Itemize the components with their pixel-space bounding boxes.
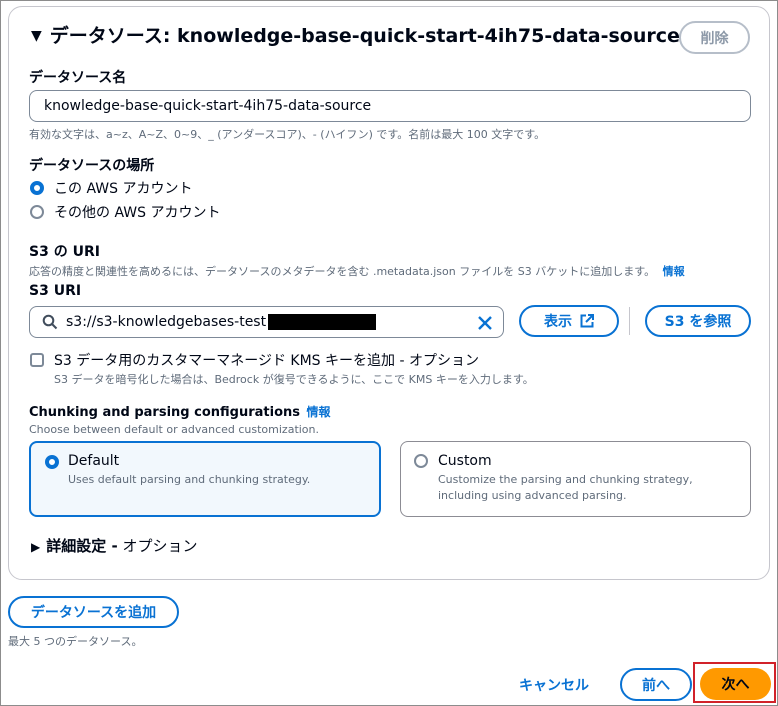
chunking-default-card[interactable]: Default Uses default parsing and chunkin… bbox=[29, 441, 381, 517]
view-button-label: 表示 bbox=[544, 314, 572, 330]
default-radio[interactable] bbox=[45, 455, 59, 469]
custom-title: Custom bbox=[438, 453, 492, 469]
radio-unselected-icon[interactable] bbox=[414, 454, 428, 468]
location-label: データソースの場所 bbox=[29, 158, 155, 174]
radio-other-account-label: その他の AWS アカウント bbox=[54, 205, 221, 221]
default-title: Default bbox=[68, 453, 120, 469]
custom-radio[interactable] bbox=[414, 454, 428, 468]
clear-icon[interactable] bbox=[477, 315, 493, 331]
s3-uri-label: S3 URI bbox=[29, 283, 82, 299]
datasource-name-hint: 有効な文字は、a~z、A~Z、0~9、_ (アンダースコア)、- (ハイフン) … bbox=[29, 128, 546, 141]
previous-button[interactable]: 前へ bbox=[620, 668, 692, 701]
s3-uri-value: s3://s3-knowledgebases-test bbox=[66, 314, 267, 330]
default-desc: Uses default parsing and chunking strate… bbox=[68, 473, 311, 486]
radio-this-account[interactable]: この AWS アカウント bbox=[30, 178, 192, 198]
datasource-name-input[interactable]: knowledge-base-quick-start-4ih75-data-so… bbox=[29, 90, 751, 122]
s3-info-link[interactable]: 情報 bbox=[663, 265, 685, 278]
radio-other-account[interactable]: その他の AWS アカウント bbox=[30, 202, 220, 222]
add-datasource-button[interactable]: データソースを追加 bbox=[8, 596, 179, 628]
advanced-label-rest: オプション bbox=[117, 537, 198, 555]
add-datasource-hint: 最大 5 つのデータソース。 bbox=[8, 635, 143, 648]
cancel-button[interactable]: キャンセル bbox=[519, 675, 589, 695]
chunking-custom-card[interactable]: Custom Customize the parsing and chunkin… bbox=[400, 441, 751, 517]
s3-uri-description: 応答の精度と関連性を高めるには、データソースのメタデータを含む .metadat… bbox=[29, 265, 685, 278]
custom-desc-line2: including using advanced parsing. bbox=[438, 489, 627, 502]
chunking-description: Choose between default or advanced custo… bbox=[29, 423, 320, 436]
caret-right-icon[interactable]: ▶ bbox=[31, 540, 40, 554]
kms-checkbox[interactable] bbox=[30, 353, 44, 367]
section-title: データソース: knowledge-base-quick-start-4ih75… bbox=[49, 25, 680, 47]
view-button[interactable]: 表示 bbox=[519, 305, 619, 337]
next-button[interactable]: 次へ bbox=[700, 668, 771, 700]
datasource-panel: ▼ データソース: knowledge-base-quick-start-4ih7… bbox=[8, 6, 770, 580]
s3-uri-input[interactable]: s3://s3-knowledgebases-test bbox=[29, 306, 504, 338]
redacted-block bbox=[268, 314, 377, 330]
radio-selected-icon[interactable] bbox=[30, 181, 44, 195]
advanced-label-bold: 詳細設定 - bbox=[46, 537, 118, 555]
datasource-name-label: データソース名 bbox=[29, 70, 127, 86]
radio-unselected-icon[interactable] bbox=[30, 205, 44, 219]
s3-uri-heading: S3 の URI bbox=[29, 244, 100, 260]
radio-this-account-label: この AWS アカウント bbox=[54, 181, 193, 197]
external-link-icon bbox=[580, 314, 594, 328]
divider bbox=[629, 307, 630, 335]
custom-desc-line1: Customize the parsing and chunking strat… bbox=[438, 473, 693, 486]
kms-checkbox-row[interactable]: S3 データ用のカスタマーマネージド KMS キーを追加 - オプション bbox=[30, 350, 479, 370]
caret-down-icon[interactable]: ▼ bbox=[31, 28, 42, 44]
delete-button[interactable]: 削除 bbox=[679, 21, 750, 54]
section-header[interactable]: ▼ データソース: knowledge-base-quick-start-4ih7… bbox=[31, 21, 680, 48]
browse-s3-button[interactable]: S3 を参照 bbox=[645, 305, 751, 337]
chunking-heading: Chunking and parsing configurations 情報 bbox=[29, 405, 331, 420]
datasource-name-value: knowledge-base-quick-start-4ih75-data-so… bbox=[44, 98, 372, 114]
radio-selected-icon[interactable] bbox=[45, 455, 59, 469]
search-icon bbox=[42, 314, 58, 330]
kms-label: S3 データ用のカスタマーマネージド KMS キーを追加 - オプション bbox=[54, 353, 479, 369]
kms-hint: S3 データを暗号化した場合は、Bedrock が復号できるように、ここで KM… bbox=[54, 373, 534, 386]
chunking-info-link[interactable]: 情報 bbox=[307, 405, 331, 419]
advanced-settings-toggle[interactable]: ▶ 詳細設定 - オプション bbox=[31, 535, 197, 556]
